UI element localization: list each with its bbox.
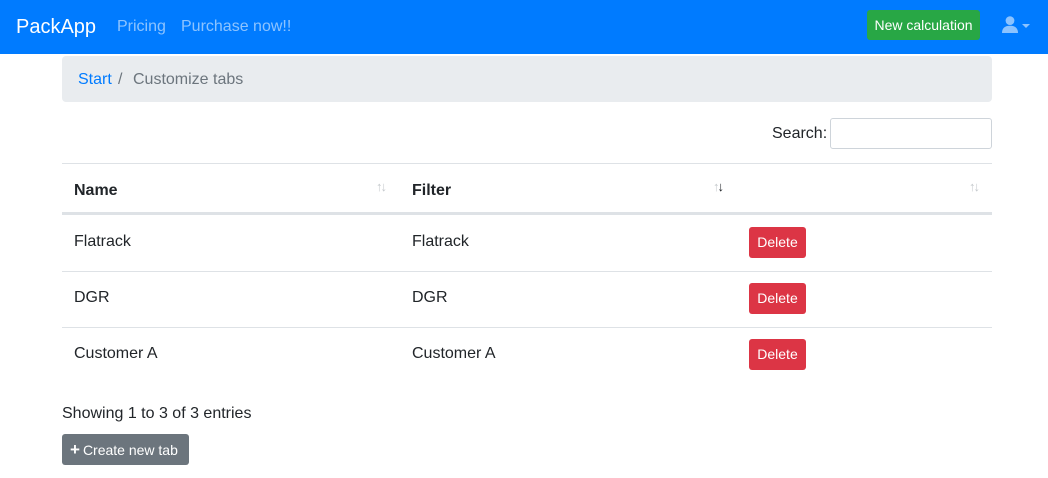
cell-filter: Flatrack	[412, 233, 469, 250]
delete-button[interactable]: Delete	[749, 339, 806, 370]
breadcrumb-separator: /	[118, 71, 123, 88]
sort-descending-icon[interactable]: ↑↓	[713, 179, 724, 195]
table-border-top	[62, 163, 992, 164]
create-new-tab-label: Create new tab	[82, 442, 178, 458]
column-header-filter[interactable]: Filter	[412, 181, 451, 201]
cell-filter: DGR	[412, 289, 448, 306]
column-header-name[interactable]: Name	[74, 181, 118, 201]
breadcrumb-current: Customize tabs	[133, 71, 244, 88]
create-new-tab-button[interactable]: + Create new tab	[62, 434, 189, 465]
cell-name: DGR	[74, 289, 110, 306]
sort-icon[interactable]: ↑↓	[969, 179, 980, 195]
user-menu-dropdown[interactable]	[1002, 16, 1032, 38]
brand-logo[interactable]: PackApp	[16, 14, 96, 40]
nav-link-purchase[interactable]: Purchase now!!	[181, 17, 291, 37]
breadcrumb-start-link[interactable]: Start	[78, 70, 112, 90]
cell-name: Flatrack	[74, 233, 131, 250]
plus-icon: +	[70, 440, 80, 459]
delete-button[interactable]: Delete	[749, 283, 806, 314]
user-icon	[1002, 16, 1018, 33]
table-row: DGR DGR Delete	[62, 271, 992, 327]
search-input[interactable]	[830, 118, 992, 149]
delete-button[interactable]: Delete	[749, 227, 806, 258]
nav-link-pricing[interactable]: Pricing	[117, 17, 166, 37]
sort-icon[interactable]: ↑↓	[376, 179, 387, 195]
table-row: Flatrack Flatrack Delete	[62, 215, 992, 271]
chevron-down-icon	[1022, 24, 1030, 28]
cell-name: Customer A	[74, 345, 158, 362]
navbar: PackApp Pricing Purchase now!! New calcu…	[0, 0, 1048, 54]
table-row: Customer A Customer A Delete	[62, 327, 992, 383]
breadcrumb: Start / Customize tabs	[62, 56, 992, 102]
table-info: Showing 1 to 3 of 3 entries	[62, 405, 252, 422]
new-calculation-button[interactable]: New calculation	[867, 10, 980, 40]
cell-filter: Customer A	[412, 345, 496, 362]
search-label: Search:	[772, 125, 828, 142]
